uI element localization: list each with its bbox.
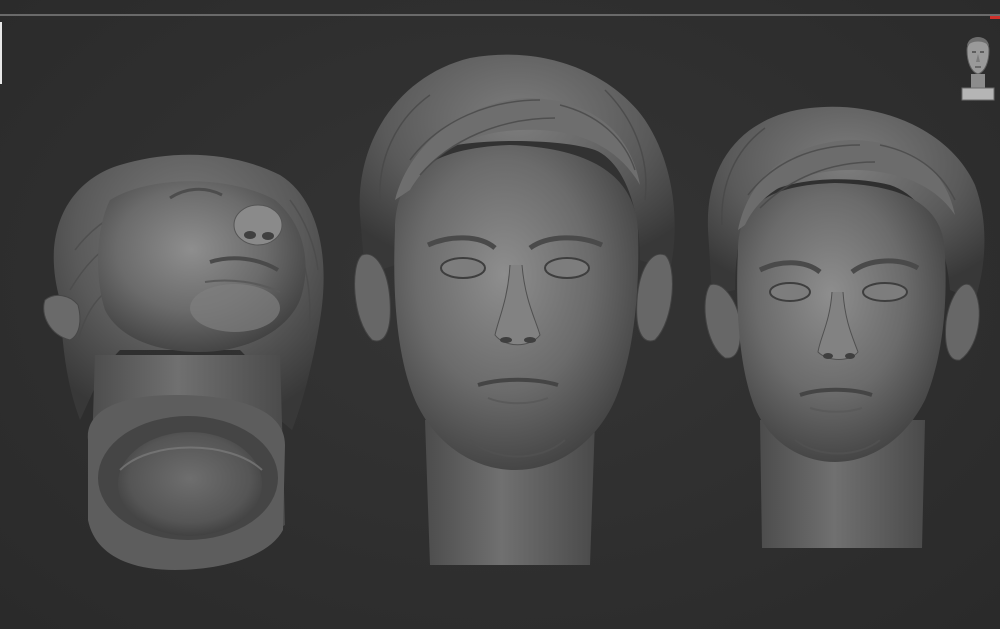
head-three-quarter-view: [704, 106, 985, 548]
3d-viewport[interactable]: [0, 0, 1000, 629]
head-front-view: [354, 54, 675, 565]
head-bottom-view: [43, 154, 324, 570]
orientation-head-icon[interactable]: [958, 28, 998, 102]
sculpt-scene: [43, 54, 985, 570]
